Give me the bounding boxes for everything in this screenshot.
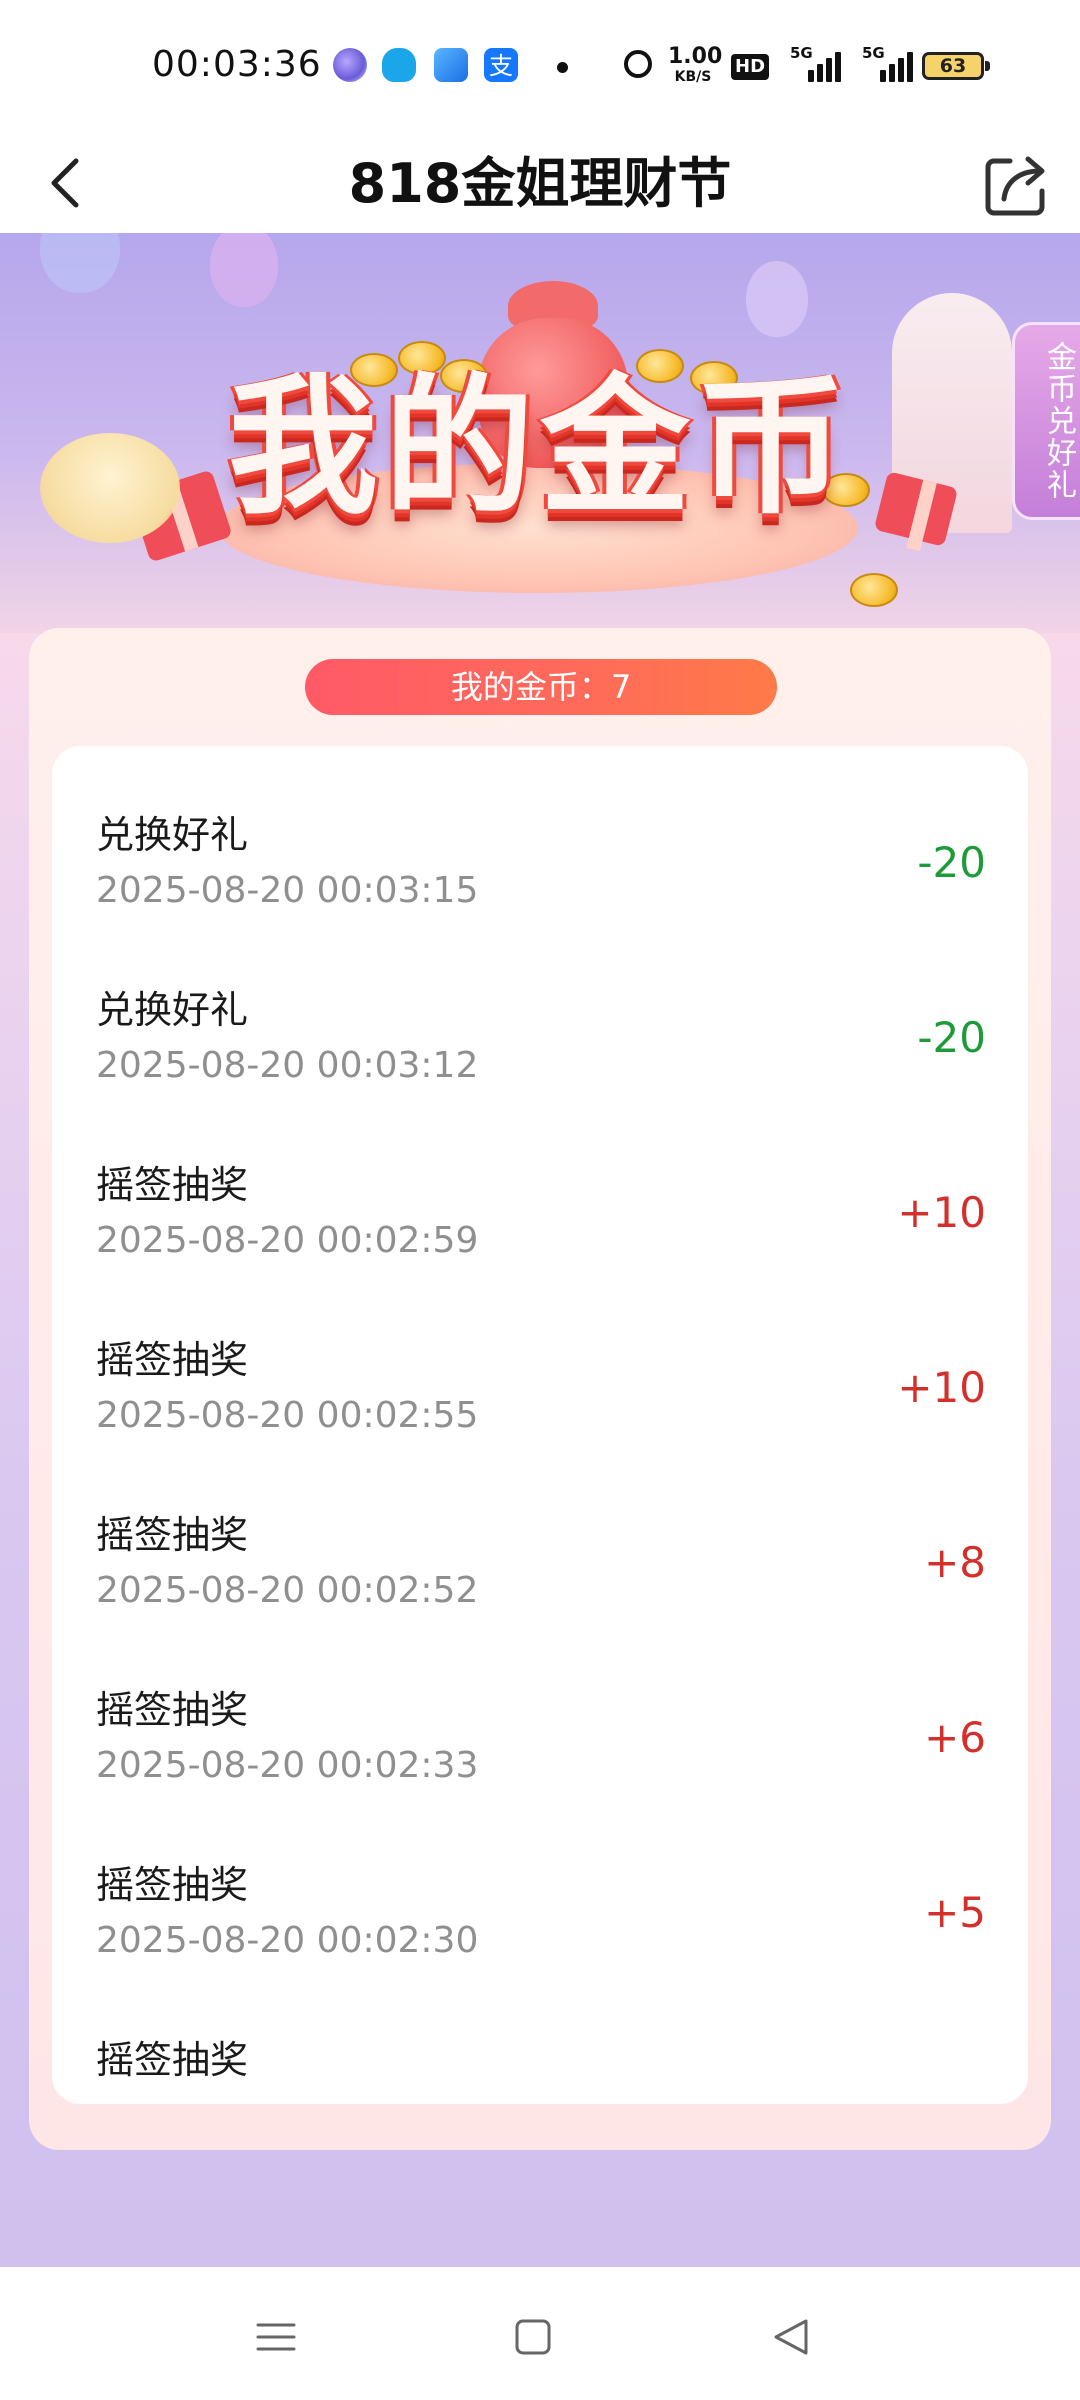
record-time: 2025-08-20 00:02:55 bbox=[96, 1395, 479, 1436]
alipay-icon: 支 bbox=[484, 48, 518, 82]
banner: 我的金币 bbox=[0, 233, 1080, 633]
record-title: 兑换好礼 bbox=[96, 813, 249, 857]
signal-5g-icon-2: 5G bbox=[858, 44, 918, 82]
exchange-gifts-tab[interactable]: 金币兑好礼 bbox=[1012, 322, 1080, 520]
list-item: 摇签抽奖 2025-08-20 00:02:30 +5 bbox=[52, 1796, 1028, 1971]
list-item: 摇签抽奖 2025-08-20 00:02:33 +6 bbox=[52, 1621, 1028, 1796]
record-title: 摇签抽奖 bbox=[96, 2038, 249, 2082]
menu-icon bbox=[256, 2323, 296, 2351]
signal-label-2: 5G bbox=[862, 44, 885, 62]
network-speed-value: 1.00 bbox=[668, 44, 723, 69]
browser-icon bbox=[434, 48, 468, 82]
record-time: 2025-08-20 00:02:30 bbox=[96, 1920, 479, 1961]
battery-tip bbox=[985, 61, 990, 71]
record-amount: +5 bbox=[924, 1888, 986, 1937]
record-title: 摇签抽奖 bbox=[96, 1338, 249, 1382]
page-title: 818金姐理财节 bbox=[348, 152, 732, 215]
alarm-icon bbox=[624, 50, 652, 78]
record-time: 2025-08-20 00:02:59 bbox=[96, 1220, 479, 1261]
record-amount: +10 bbox=[897, 1363, 986, 1412]
status-time: 00:03:36 bbox=[152, 44, 322, 85]
banner-heading: 我的金币 bbox=[227, 361, 852, 535]
system-nav-bar bbox=[0, 2267, 1080, 2400]
list-item: 摇签抽奖 2025-08-20 00:02:55 +10 bbox=[52, 1271, 1028, 1446]
record-amount: +6 bbox=[924, 1713, 986, 1762]
svg-text:支: 支 bbox=[489, 52, 513, 80]
coin-balance-pill: 我的金币：7 bbox=[305, 659, 777, 715]
list-item: 摇签抽奖 2025-08-20 00:02:52 +8 bbox=[52, 1446, 1028, 1621]
home-square-icon bbox=[515, 2319, 551, 2355]
signal-5g-icon: 5G bbox=[786, 44, 846, 82]
record-time: 2025-08-20 00:02:52 bbox=[96, 1570, 479, 1611]
title-bar: 818金姐理财节 bbox=[0, 135, 1080, 233]
coin-records-list[interactable]: 兑换好礼 2025-08-20 00:03:15 -20 兑换好礼 2025-0… bbox=[52, 746, 1028, 2104]
list-item: 兑换好礼 2025-08-20 00:03:12 -20 bbox=[52, 921, 1028, 1096]
record-time: 2025-08-20 00:03:15 bbox=[96, 870, 479, 911]
share-button[interactable] bbox=[980, 145, 1056, 221]
share-icon bbox=[985, 156, 1045, 216]
app-circle-icon bbox=[333, 48, 367, 82]
exchange-gifts-tab-label: 金币兑好礼 bbox=[1041, 341, 1076, 501]
record-amount: -20 bbox=[917, 1013, 986, 1062]
network-speed-unit: KB/S bbox=[674, 69, 712, 85]
coin-card: 我的金币：7 兑换好礼 2025-08-20 00:03:15 -20 兑换好礼… bbox=[29, 628, 1051, 2150]
balloon-image bbox=[210, 233, 278, 307]
record-title: 摇签抽奖 bbox=[96, 1163, 249, 1207]
coin-image bbox=[850, 573, 898, 607]
balloon-image-2 bbox=[746, 261, 808, 337]
record-title: 摇签抽奖 bbox=[96, 1513, 249, 1557]
list-item: 摇签抽奖 bbox=[52, 1971, 1028, 2104]
home-button[interactable] bbox=[493, 2297, 573, 2377]
record-amount: -20 bbox=[917, 838, 986, 887]
hd-badge: HD bbox=[731, 54, 770, 80]
list-item: 摇签抽奖 2025-08-20 00:02:59 +10 bbox=[52, 1096, 1028, 1271]
notification-dot-icon bbox=[557, 62, 568, 73]
record-amount: +10 bbox=[897, 1188, 986, 1237]
list-item: 兑换好礼 2025-08-20 00:03:15 -20 bbox=[52, 746, 1028, 921]
back-nav-button[interactable] bbox=[752, 2297, 832, 2377]
signal-label: 5G bbox=[790, 44, 813, 62]
battery-icon: 63 bbox=[922, 52, 984, 80]
record-title: 摇签抽奖 bbox=[96, 1688, 249, 1732]
status-bar: 00:03:36 支 1.00 KB/S HD 5G 5G 63 bbox=[0, 0, 1080, 135]
menu-button[interactable] bbox=[236, 2297, 316, 2377]
back-triangle-icon bbox=[774, 2319, 808, 2355]
balloon-image-3 bbox=[40, 233, 120, 293]
qq-icon bbox=[382, 48, 416, 82]
network-speed: 1.00 KB/S bbox=[668, 44, 723, 85]
record-time: 2025-08-20 00:02:33 bbox=[96, 1745, 479, 1786]
record-title: 摇签抽奖 bbox=[96, 1863, 249, 1907]
record-time: 2025-08-20 00:03:12 bbox=[96, 1045, 479, 1086]
record-amount: +8 bbox=[924, 1538, 986, 1587]
record-title: 兑换好礼 bbox=[96, 988, 249, 1032]
